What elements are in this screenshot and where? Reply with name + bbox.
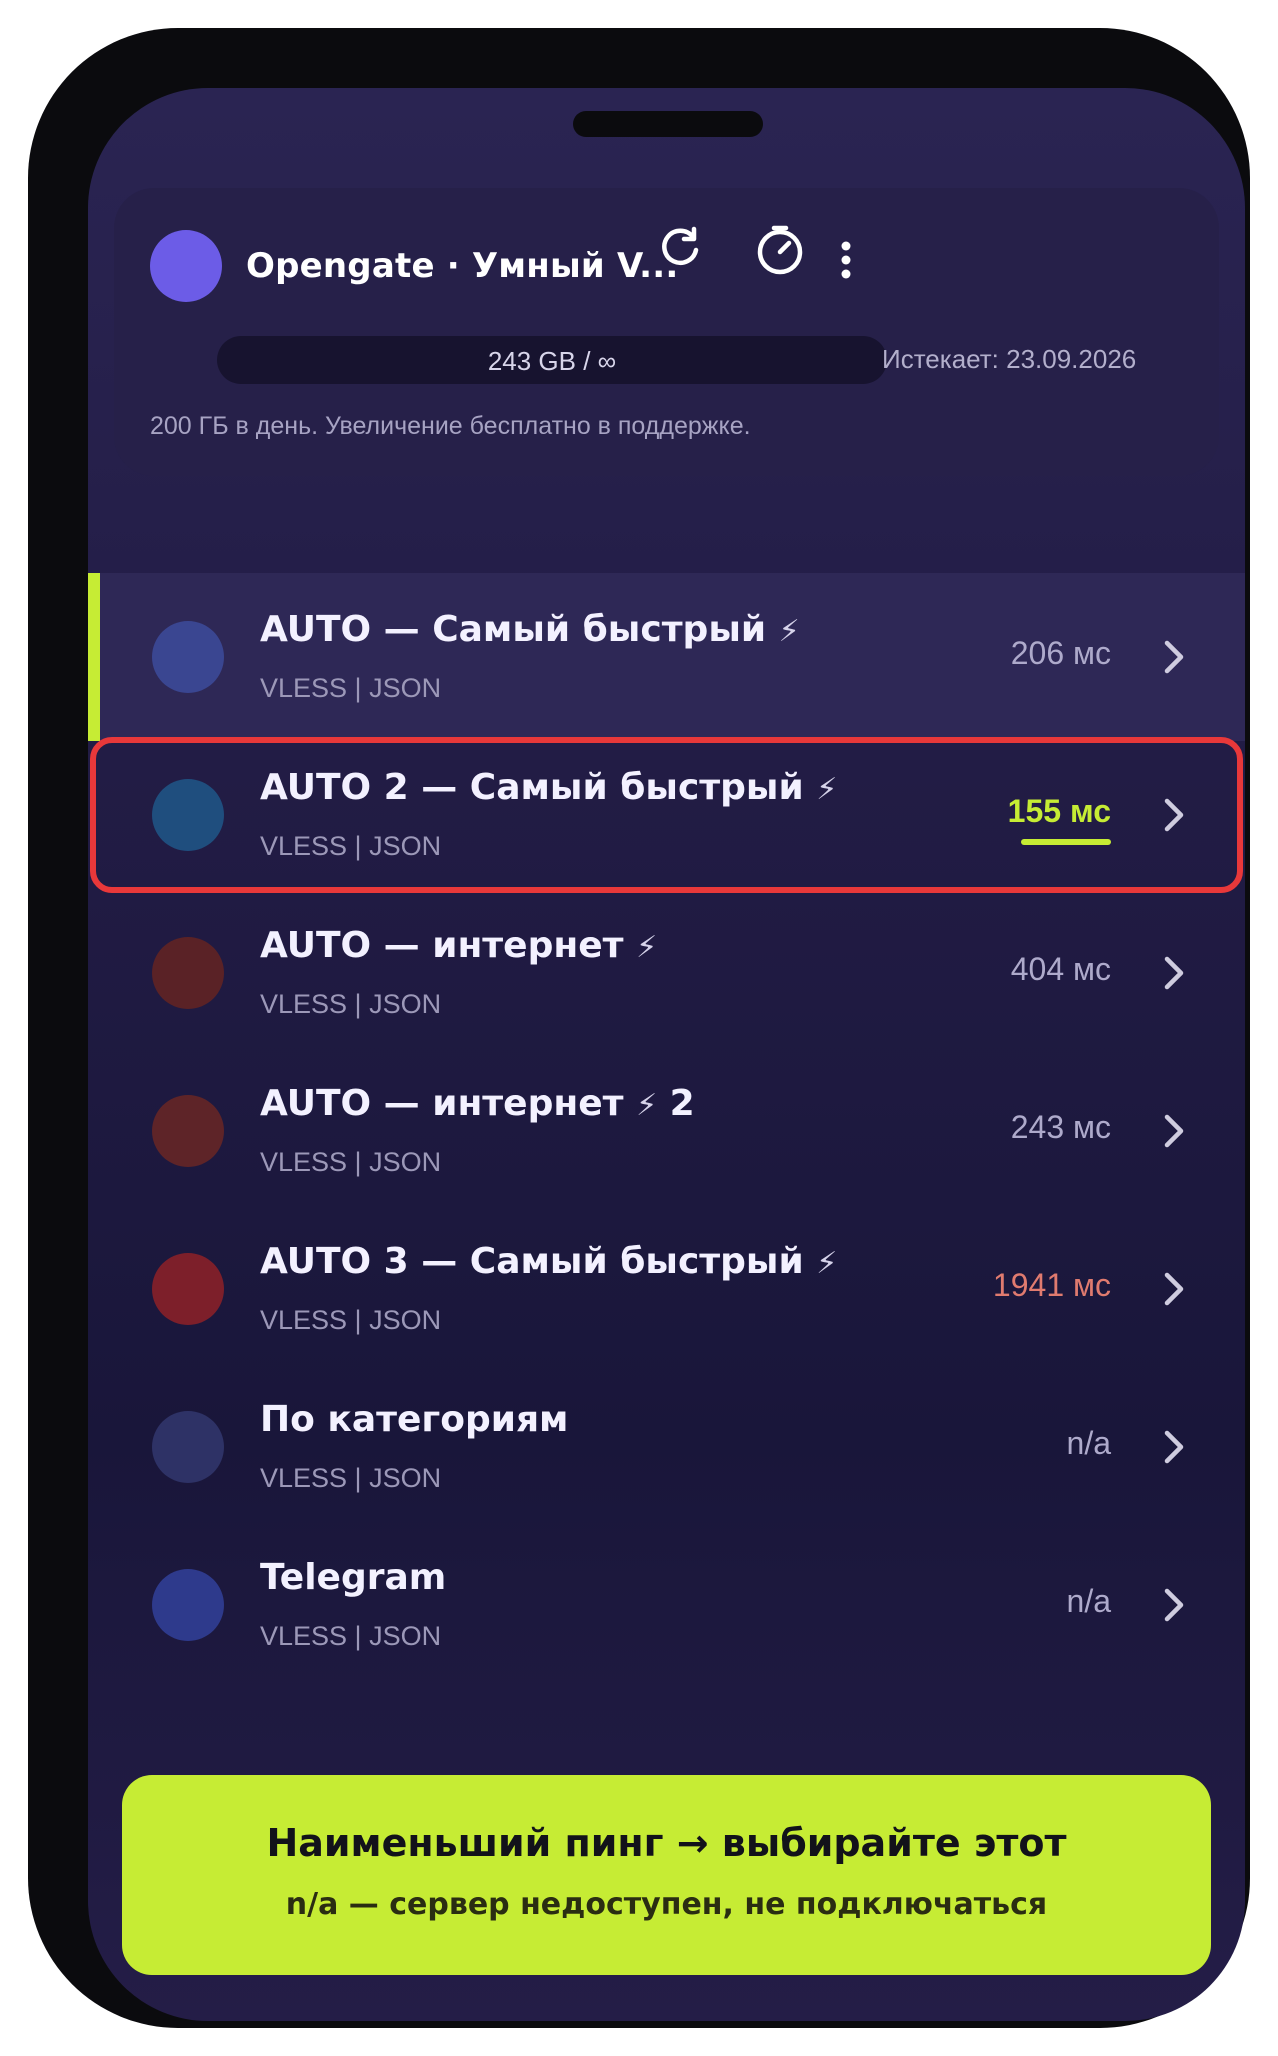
chevron-right-icon <box>1164 1272 1184 1306</box>
hint-title: Наименьший пинг → выбирайте этот <box>266 1821 1067 1865</box>
server-row[interactable]: AUTO — интернет ⚡ 2 VLESS | JSON 243 мс <box>88 1047 1245 1215</box>
chevron-right-icon <box>1164 1114 1184 1148</box>
server-status-dot <box>152 1411 224 1483</box>
server-status-dot <box>152 937 224 1009</box>
phone-frame: Opengate · Умный V... 243 GB / ∞ Истекае… <box>28 28 1250 2028</box>
server-name: AUTO 3 — Самый быстрый ⚡ <box>260 1241 837 1282</box>
server-ping: 1941 мс <box>992 1267 1111 1303</box>
speedtest-button[interactable] <box>748 218 812 282</box>
server-name-text: Telegram <box>260 1557 447 1598</box>
refresh-button[interactable] <box>648 216 712 280</box>
server-name-text: AUTO — интернет <box>260 925 624 966</box>
server-row[interactable]: AUTO 3 — Самый быстрый ⚡ VLESS | JSON 1941… <box>88 1205 1245 1373</box>
server-row[interactable]: Telegram VLESS | JSON n/a <box>88 1521 1245 1689</box>
server-name: AUTO — интернет ⚡ 2 <box>260 1083 695 1124</box>
hint-banner: Наименьший пинг → выбирайте этот n/a — с… <box>122 1775 1211 1975</box>
server-name-suffix: 2 <box>657 1083 695 1124</box>
server-row[interactable]: AUTO — интернет ⚡ VLESS | JSON 404 мс <box>88 889 1245 1057</box>
server-name-text: AUTO — Самый быстрый <box>260 609 767 650</box>
active-indicator <box>88 573 100 741</box>
server-status-dot <box>152 1253 224 1325</box>
server-protocol: VLESS | JSON <box>260 1621 442 1651</box>
server-name-text: AUTO 3 — Самый быстрый <box>260 1241 804 1282</box>
avatar[interactable] <box>150 230 222 302</box>
chevron-right-icon <box>1164 1430 1184 1464</box>
lightning-icon: ⚡ <box>636 1088 658 1123</box>
server-name: Telegram <box>260 1557 446 1598</box>
server-name-text: AUTO — интернет <box>260 1083 624 1124</box>
server-ping: 243 мс <box>1010 1109 1111 1145</box>
subscription-card: Opengate · Умный V... 243 GB / ∞ Истекае… <box>114 188 1219 476</box>
recommended-highlight-box <box>90 737 1243 893</box>
server-protocol: VLESS | JSON <box>260 1305 442 1335</box>
server-row[interactable]: AUTO 2 — Самый быстрый ⚡ VLESS | JSON 155 … <box>88 731 1245 899</box>
hint-subtitle: n/a — сервер недоступен, не подключаться <box>285 1887 1048 1922</box>
server-ping: 206 мс <box>1010 635 1111 671</box>
server-row[interactable]: По категориям VLESS | JSON n/a <box>88 1363 1245 1531</box>
server-name: AUTO — интернет ⚡ <box>260 925 657 966</box>
chevron-right-icon <box>1164 956 1184 990</box>
speedometer-icon <box>757 225 803 275</box>
traffic-usage-text: 243 GB / ∞ <box>487 346 617 376</box>
camera-notch <box>573 111 763 137</box>
lightning-icon: ⚡ <box>636 930 658 965</box>
server-status-dot <box>152 621 224 693</box>
server-ping: n/a <box>1066 1583 1111 1619</box>
more-vertical-icon <box>841 241 851 279</box>
server-protocol: VLESS | JSON <box>260 989 442 1019</box>
server-ping: 404 мс <box>1010 951 1111 987</box>
server-name: По категориям <box>260 1399 568 1440</box>
server-status-dot <box>152 1095 224 1167</box>
server-protocol: VLESS | JSON <box>260 673 442 703</box>
lightning-icon: ⚡ <box>778 614 800 649</box>
server-protocol: VLESS | JSON <box>260 1463 442 1493</box>
quota-note: 200 ГБ в день. Увеличение бесплатно в по… <box>150 412 751 440</box>
server-ping: n/a <box>1066 1425 1111 1461</box>
expiry-date: Истекает: 23.09.2026 <box>882 344 1137 374</box>
more-menu-button[interactable] <box>822 236 870 284</box>
server-row[interactable]: AUTO — Самый быстрый ⚡ VLESS | JSON 206 мс <box>88 573 1245 741</box>
subscription-title: Opengate · Умный V... <box>246 246 679 286</box>
server-name-text: По категориям <box>260 1399 569 1440</box>
chevron-right-icon <box>1164 640 1184 674</box>
traffic-usage-bar: 243 GB / ∞ <box>217 336 887 384</box>
server-status-dot <box>152 1569 224 1641</box>
server-name: AUTO — Самый быстрый ⚡ <box>260 609 800 650</box>
app-screen: Opengate · Умный V... 243 GB / ∞ Истекае… <box>88 88 1245 2021</box>
chevron-right-icon <box>1164 1588 1184 1622</box>
server-protocol: VLESS | JSON <box>260 1147 442 1177</box>
refresh-icon <box>662 226 699 266</box>
lightning-icon: ⚡ <box>816 1246 838 1281</box>
